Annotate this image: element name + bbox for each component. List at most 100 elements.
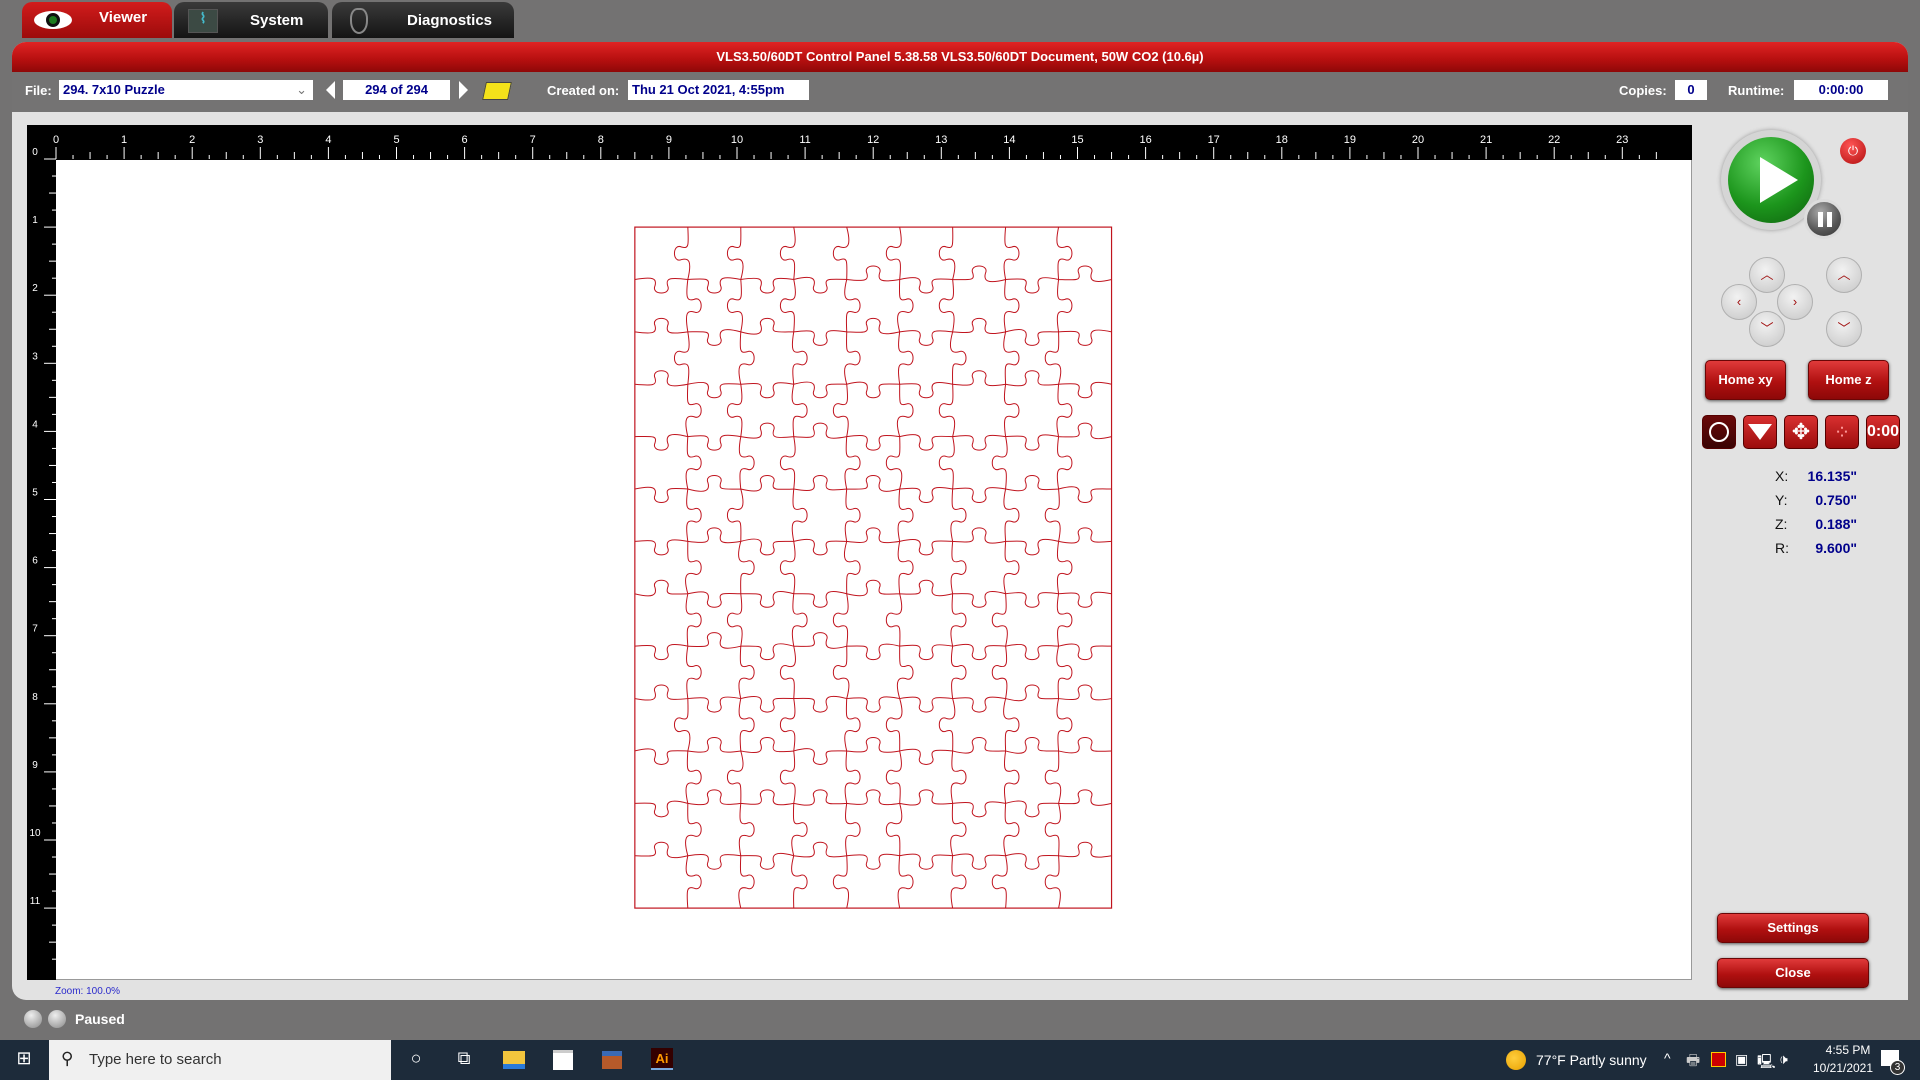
power-button[interactable]: ⏻ (1840, 138, 1866, 164)
ruler-label-x: 17 (1208, 134, 1220, 146)
ruler-label-x: 19 (1344, 134, 1356, 146)
chevron-down-icon: ﹀ (1760, 321, 1774, 336)
cortana-icon[interactable]: ○ (404, 1048, 428, 1072)
z-up-button[interactable]: ︿ (1826, 257, 1862, 293)
pointer-circles-icon: ⁘ (1833, 421, 1851, 444)
windows-start-icon[interactable]: ⊞ (12, 1048, 36, 1072)
ruler-label-x: 6 (462, 134, 468, 146)
move-arrows-icon: ✥ (1791, 419, 1811, 444)
weather-text[interactable]: 77°F Partly sunny (1536, 1052, 1647, 1068)
focus-tool-button[interactable] (1743, 415, 1777, 449)
pause-button[interactable] (1804, 199, 1844, 239)
home-xy-button[interactable]: Home xy (1705, 360, 1786, 400)
move-tool-button[interactable]: ✥ (1784, 415, 1818, 449)
app-icon[interactable] (602, 1051, 622, 1069)
illustrator-icon[interactable]: Ai (651, 1048, 673, 1070)
puzzle-outline (634, 226, 1113, 909)
status-light-1 (24, 1010, 42, 1028)
ruler-label-x: 16 (1139, 134, 1151, 146)
focus-triangle-icon (1748, 424, 1772, 440)
chevron-down-icon: ﹀ (1837, 321, 1851, 336)
ruler-label-y: 10 (29, 828, 41, 839)
x-value: 16.135" (1807, 468, 1857, 484)
control-panel: ⏻ ︿ ‹ › ﹀ ︿ ﹀ Home xy Home z (1694, 112, 1908, 1000)
clock-time[interactable]: 4:55 PM (1813, 1043, 1883, 1057)
play-button[interactable] (1728, 137, 1814, 223)
notification-count: 3 (1890, 1060, 1905, 1075)
canvas-overlay: 0 1 2 3 4 5 6 7 8 9 10 11 12 13 14 15 16 17 18 19 20 21 22 2301… (29, 134, 1657, 960)
ruler-label-y: 2 (32, 283, 38, 294)
ruler-label-x: 14 (1003, 134, 1015, 146)
power-icon: ⏻ (1847, 143, 1859, 158)
ruler-label-x: 23 (1616, 134, 1628, 146)
ruler-label-y: 1 (32, 215, 38, 226)
ruler-label-y: 0 (32, 147, 38, 158)
timer-tool-button[interactable]: 0:00 (1866, 415, 1900, 449)
ruler-label-x: 15 (1071, 134, 1083, 146)
ruler-label-y: 4 (32, 419, 38, 430)
r-value: 9.600" (1815, 540, 1857, 556)
chevron-right-icon: › (1792, 294, 1798, 309)
pointer-tool-button[interactable]: ⁘ (1825, 415, 1859, 449)
puzzle-cut-lines (634, 226, 1112, 909)
z-value: 0.188" (1815, 516, 1857, 532)
ruler-label-x: 21 (1480, 134, 1492, 146)
ruler-label-y: 11 (30, 896, 41, 907)
status-light-2 (48, 1010, 66, 1028)
play-icon (1760, 157, 1798, 203)
jog-down-button[interactable]: ﹀ (1749, 311, 1785, 347)
chevron-up-icon: ︿ (1837, 267, 1851, 282)
search-placeholder: Type here to search (89, 1051, 222, 1068)
ruler-label-x: 7 (530, 134, 536, 146)
clock-date[interactable]: 10/21/2021 (1803, 1061, 1883, 1075)
network-icon[interactable]: 🖳 (1757, 1051, 1776, 1075)
ruler-label-y: 8 (32, 692, 38, 703)
ruler-label-x: 2 (189, 134, 195, 146)
r-label: R: (1775, 540, 1789, 556)
jog-up-button[interactable]: ︿ (1749, 257, 1785, 293)
ruler-label-y: 7 (32, 624, 38, 635)
y-value: 0.750" (1815, 492, 1857, 508)
ruler-label-x: 9 (666, 134, 672, 146)
ruler-label-x: 13 (935, 134, 947, 146)
close-button[interactable]: Close (1717, 958, 1869, 988)
home-z-button[interactable]: Home z (1808, 360, 1889, 400)
x-label: X: (1775, 468, 1789, 484)
store-icon[interactable] (553, 1050, 573, 1070)
zoom-tool-button[interactable] (1702, 415, 1736, 449)
z-down-button[interactable]: ﹀ (1826, 311, 1862, 347)
task-view-icon[interactable]: ⧉ (452, 1048, 476, 1072)
file-explorer-icon[interactable] (503, 1051, 525, 1069)
settings-button[interactable]: Settings (1717, 913, 1869, 943)
ruler-label-x: 0 (53, 134, 59, 146)
ruler-label-x: 3 (257, 134, 263, 146)
ruler-label-x: 5 (393, 134, 399, 146)
timer-icon: 0:00 (1866, 423, 1900, 440)
chevron-left-icon: ‹ (1736, 294, 1742, 309)
volume-icon[interactable]: 🕩 (1779, 1051, 1788, 1068)
printer-icon[interactable]: 🖶 (1686, 1050, 1700, 1075)
taskbar-search[interactable]: ⚲ Type here to search (49, 1040, 391, 1080)
weather-icon[interactable] (1506, 1050, 1526, 1070)
y-label: Y: (1775, 492, 1788, 508)
search-icon: ⚲ (61, 1049, 74, 1068)
ruler-label-x: 4 (325, 134, 331, 146)
ruler-label-x: 22 (1548, 134, 1560, 146)
jog-left-button[interactable]: ‹ (1721, 284, 1757, 320)
status-text: Paused (75, 1011, 125, 1027)
ruler-label-y: 9 (32, 760, 38, 771)
pause-icon (1818, 212, 1832, 227)
ruler-label-x: 11 (799, 134, 810, 146)
tray-app-icon[interactable]: ▣ (1735, 1051, 1748, 1068)
ruler-label-x: 20 (1412, 134, 1424, 146)
zoom-level: Zoom: 100.0% (55, 986, 121, 997)
magnifier-icon (1709, 422, 1729, 442)
jog-right-button[interactable]: › (1777, 284, 1813, 320)
ruler-label-y: 6 (32, 556, 38, 567)
ruler-label-x: 1 (121, 134, 127, 146)
tray-chevron-up-icon[interactable]: ^ (1664, 1050, 1671, 1066)
chevron-up-icon: ︿ (1760, 267, 1774, 282)
laser-app-tray-icon[interactable] (1711, 1052, 1726, 1067)
ruler-label-x: 18 (1276, 134, 1288, 146)
ruler-label-x: 10 (731, 134, 743, 146)
